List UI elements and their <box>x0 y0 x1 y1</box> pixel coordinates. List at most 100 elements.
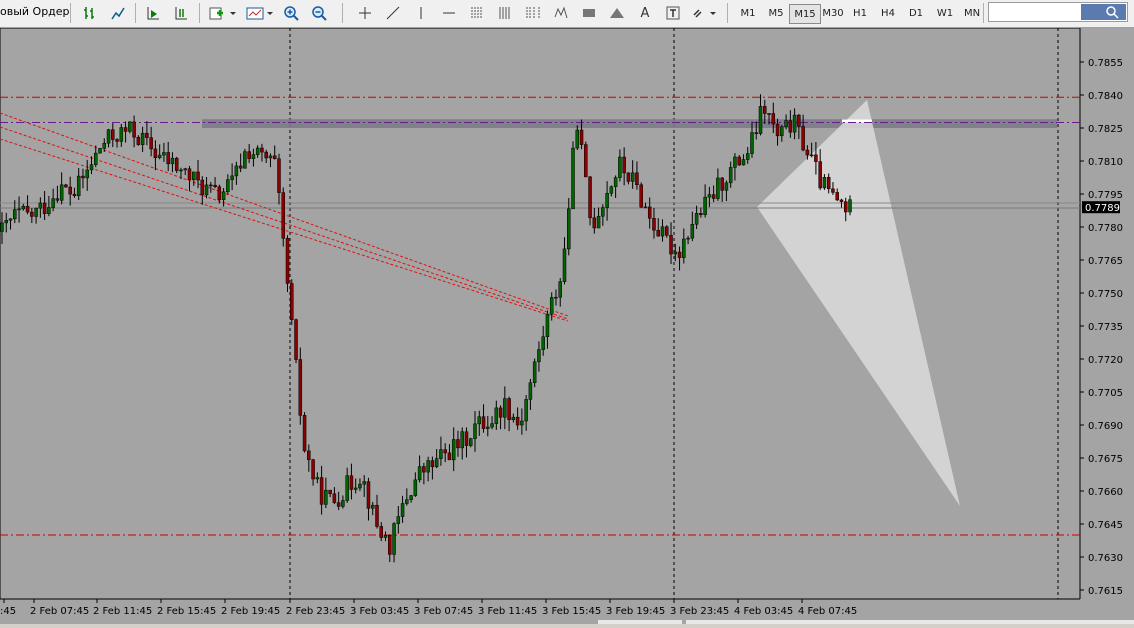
candle-body <box>294 319 298 360</box>
candle-body <box>341 500 345 507</box>
text-tool-button[interactable]: A <box>634 3 656 23</box>
triangle-tool-icon[interactable] <box>606 3 628 23</box>
candle-body <box>460 431 464 449</box>
trendline-tool-icon[interactable] <box>382 3 404 23</box>
horizontal-line-icon[interactable] <box>438 3 460 23</box>
candle-body <box>234 165 239 177</box>
candle-body <box>311 459 315 480</box>
price-tick-label: 0.7765 <box>1088 256 1123 267</box>
resistance-zone[interactable] <box>202 119 1057 128</box>
candle-body <box>643 206 648 209</box>
candle-body <box>238 165 243 169</box>
candle-body <box>613 177 618 187</box>
candle-body <box>76 175 81 197</box>
candle-body <box>707 194 712 198</box>
bar-chart-icon[interactable] <box>79 3 101 23</box>
rectangle-tool-icon[interactable] <box>578 3 600 23</box>
timeframe-mn-button[interactable]: MN <box>959 4 985 22</box>
timeframe-m1-button[interactable]: M1 <box>733 4 763 22</box>
candle-body <box>805 149 810 156</box>
candle-body <box>264 151 268 159</box>
timeframe-h1-button[interactable]: H1 <box>847 4 873 22</box>
candle-body <box>758 106 763 134</box>
timeframe-w1-button[interactable]: W1 <box>931 4 959 22</box>
candle-body <box>251 154 256 159</box>
chart-area[interactable]: 0.7855 0.7840 0.7825 0.7810 0.7795 0.7780 0.77… <box>0 27 1134 624</box>
search-input[interactable] <box>988 2 1128 22</box>
toolbar-separator <box>727 3 728 23</box>
time-tick-label: 3 Feb 23:45 <box>670 606 729 617</box>
crosshair-icon[interactable] <box>354 3 376 23</box>
candle-body <box>468 438 473 446</box>
candle-body <box>383 535 388 538</box>
templates-dropdown-icon[interactable] <box>243 3 275 23</box>
candle-body <box>192 171 196 181</box>
search-icon <box>1081 4 1126 20</box>
candle-body <box>447 452 452 461</box>
price-chart[interactable]: 0.7855 0.7840 0.7825 0.7810 0.7795 0.7780 0.77… <box>0 27 1134 624</box>
candle-body <box>498 407 503 418</box>
candle-body <box>409 495 413 500</box>
current-price-label: 0.7789 <box>1085 203 1120 214</box>
line-chart-icon[interactable] <box>107 3 129 23</box>
candle-body <box>562 248 567 282</box>
candle-body <box>780 126 784 137</box>
fibo-timezones-icon[interactable] <box>522 3 544 23</box>
candle-body <box>200 179 205 196</box>
candle-body <box>711 194 716 199</box>
candle-body <box>277 158 281 193</box>
candle-body <box>243 151 247 169</box>
candle-body <box>767 113 771 115</box>
candle-body <box>196 171 200 181</box>
candle-body <box>639 184 643 208</box>
price-tick-label: 0.7690 <box>1088 421 1123 432</box>
candle-body <box>703 196 707 215</box>
time-tick-label: 3 Feb 19:45 <box>606 606 665 617</box>
candle-body <box>665 226 669 236</box>
candle-body <box>750 132 754 154</box>
zoom-out-icon[interactable] <box>308 3 330 23</box>
price-tick-label: 0.7645 <box>1088 520 1123 531</box>
fibo-retracement-icon[interactable] <box>466 3 488 23</box>
timeframe-m30-button[interactable]: M30 <box>818 4 848 22</box>
candle-body <box>0 222 4 232</box>
candle-body <box>72 193 77 197</box>
candle-body <box>353 487 358 490</box>
elliott-wave-icon[interactable] <box>550 3 572 23</box>
candle-body <box>558 281 562 298</box>
timeframe-h4-button[interactable]: H4 <box>875 4 901 22</box>
timeframe-m5-button[interactable]: M5 <box>762 4 790 22</box>
candle-body <box>439 449 443 459</box>
candle-body <box>55 198 60 201</box>
price-tick-label: 0.7855 <box>1088 58 1123 69</box>
zoom-in-icon[interactable] <box>280 3 302 23</box>
candle-body <box>814 154 818 162</box>
candle-body <box>400 503 405 517</box>
autoscroll-icon[interactable] <box>142 3 164 23</box>
price-tick-label: 0.7615 <box>1088 586 1123 597</box>
vertical-line-icon[interactable] <box>410 3 432 23</box>
candle-body <box>157 154 162 159</box>
candle-body <box>226 179 230 193</box>
candle-body <box>260 147 264 153</box>
price-tick-label: 0.7795 <box>1088 190 1123 201</box>
candle-body <box>170 157 175 165</box>
status-stub <box>598 620 682 624</box>
text-label-icon[interactable] <box>662 3 684 23</box>
price-tick-label: 0.7810 <box>1088 157 1123 168</box>
candle-body <box>136 136 141 145</box>
candle-body <box>592 217 597 229</box>
candle-body <box>51 198 55 208</box>
fibo-channel-icon[interactable] <box>494 3 516 23</box>
candle-body <box>59 184 64 201</box>
candle-body <box>797 114 801 127</box>
arrows-dropdown-icon[interactable] <box>690 3 720 23</box>
timeframe-d1-button[interactable]: D1 <box>903 4 929 22</box>
candle-body <box>737 156 741 166</box>
candle-body <box>272 155 277 159</box>
chart-shift-icon[interactable] <box>170 3 192 23</box>
time-tick-label: 4 Feb 07:45 <box>798 606 857 617</box>
timeframe-m15-button[interactable]: M15 <box>789 4 821 24</box>
indicators-dropdown-icon[interactable] <box>206 3 238 23</box>
new-order-button[interactable]: овый Ордер <box>0 5 70 18</box>
